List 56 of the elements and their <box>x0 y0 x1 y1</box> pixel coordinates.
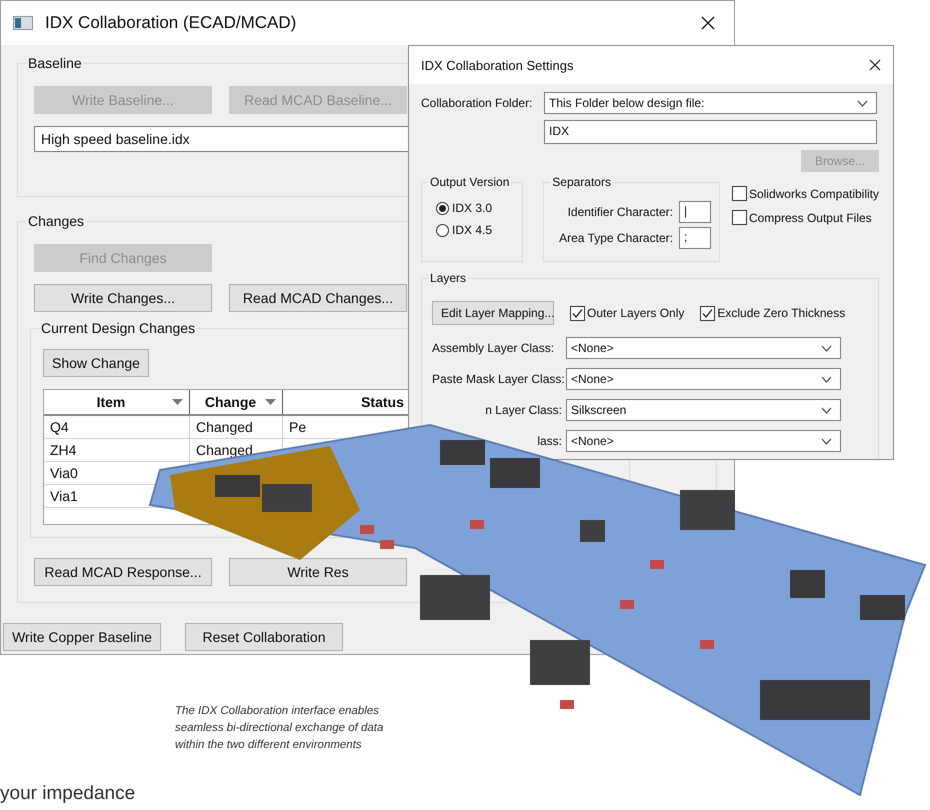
field-label: Paste Mask Layer Class: <box>432 372 565 386</box>
group-label: Baseline <box>26 55 84 71</box>
close-icon[interactable] <box>869 59 881 71</box>
dropdown-arrow-icon[interactable] <box>265 398 276 406</box>
window-icon <box>13 16 33 30</box>
group-label: Output Version <box>428 175 512 189</box>
field-label: Area Type Character: <box>559 231 673 245</box>
image-caption: The IDX Collaboration interface enables seamless bi-directional exchange of data within the two different environments <box>175 704 384 753</box>
table-cell: ZH4 <box>44 439 190 461</box>
chevron-down-icon <box>857 100 868 106</box>
group-label: Current Design Changes <box>39 320 198 336</box>
radio-option[interactable]: IDX 3.0 <box>436 201 514 215</box>
group-label: Changes <box>26 213 86 229</box>
checkmark-icon <box>701 306 714 320</box>
character-field[interactable]: | <box>678 201 711 223</box>
folder-name-field[interactable]: IDX <box>544 120 877 144</box>
dialog-button[interactable]: Write Changes... <box>34 284 212 312</box>
dialog-button[interactable]: Read MCAD Response... <box>34 558 212 586</box>
layer-class-dropdown[interactable]: <None> <box>566 430 841 452</box>
folder-dropdown[interactable]: This Folder below design file: <box>544 92 877 114</box>
checkbox-option[interactable]: Solidworks Compatibility <box>732 186 879 201</box>
field-label: Collaboration Folder: <box>421 96 534 110</box>
layer-class-dropdown[interactable]: <None> <box>566 337 841 359</box>
chevron-down-icon <box>821 406 832 414</box>
checkmark-icon <box>571 306 584 320</box>
checkbox-option[interactable]: Exclude Zero Thickness <box>700 306 846 320</box>
column-header[interactable]: Change <box>190 390 283 414</box>
edit-layer-mapping-button[interactable]: Edit Layer Mapping... <box>432 301 554 325</box>
body-text: your impedance <box>0 783 136 805</box>
dialog-button[interactable]: Reset Collaboration <box>185 623 343 651</box>
chevron-down-icon <box>821 376 832 382</box>
close-icon[interactable] <box>700 15 716 31</box>
field-label: Identifier Character: <box>568 205 673 219</box>
field-label: lass: <box>536 434 563 448</box>
layer-class-dropdown[interactable]: Silkscreen <box>566 399 841 421</box>
dialog-button[interactable]: Read MCAD Changes... <box>229 284 407 312</box>
checkbox-option[interactable]: Outer Layers Only <box>570 306 684 320</box>
group-label: Layers <box>428 271 468 285</box>
layer-class-dropdown[interactable]: <None> <box>566 368 841 390</box>
table-cell: Changed <box>190 416 283 438</box>
chevron-down-icon <box>821 344 832 352</box>
window-title: IDX Collaboration Settings <box>421 58 574 72</box>
window-title: IDX Collaboration (ECAD/MCAD) <box>45 13 298 33</box>
field-label: n Layer Class: <box>484 403 563 417</box>
table-cell: Q4 <box>44 416 190 438</box>
column-header[interactable]: Item <box>44 390 190 414</box>
dialog-button[interactable]: Write Res <box>229 558 407 586</box>
show-change-button[interactable]: Show Change <box>43 349 149 377</box>
field-label: Assembly Layer Class: <box>432 341 554 355</box>
dropdown-arrow-icon[interactable] <box>172 398 183 406</box>
radio-option[interactable]: IDX 4.5 <box>436 223 514 237</box>
checkbox-option[interactable]: Compress Output Files <box>732 210 879 225</box>
chevron-down-icon <box>821 438 832 444</box>
character-field[interactable]: ; <box>678 227 711 249</box>
dialog-button[interactable]: Write Copper Baseline <box>3 623 161 651</box>
group-label: Separators <box>550 175 613 189</box>
